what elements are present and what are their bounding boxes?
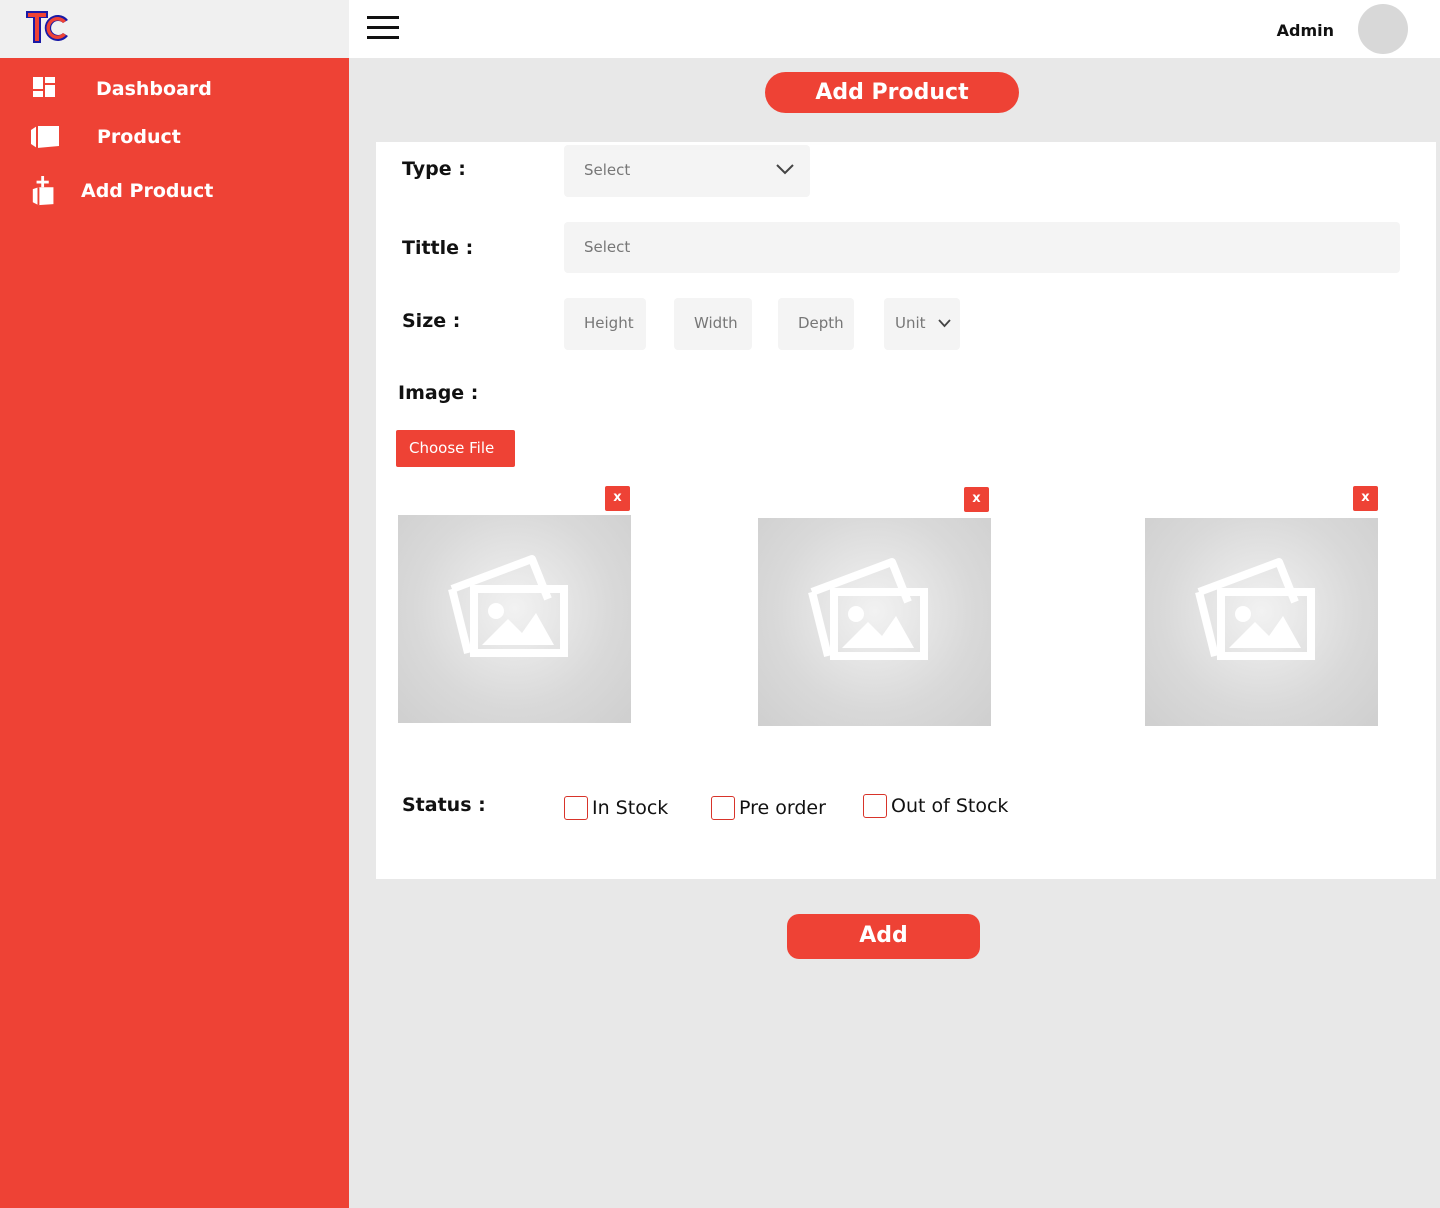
in-stock-label: In Stock <box>592 797 669 819</box>
chevron-down-icon <box>776 164 794 175</box>
sidebar: Dashboard Product Add Product <box>0 58 349 1208</box>
chevron-down-icon <box>938 319 951 328</box>
out-of-stock-checkbox[interactable] <box>863 794 887 818</box>
width-placeholder: Width <box>694 314 738 332</box>
sidebar-item-label: Add Product <box>81 180 214 202</box>
type-label: Type : <box>402 158 466 180</box>
add-button[interactable]: Add <box>787 914 980 959</box>
size-label: Size : <box>402 310 461 332</box>
remove-image-button[interactable]: x <box>1353 486 1378 511</box>
depth-input[interactable]: Depth <box>778 298 854 350</box>
out-of-stock-label: Out of Stock <box>891 795 1009 817</box>
width-input[interactable]: Width <box>674 298 752 350</box>
user-name: Admin <box>1276 21 1334 40</box>
remove-image-button[interactable]: x <box>964 487 989 512</box>
pre-order-checkbox[interactable] <box>711 796 735 820</box>
image-placeholder-icon <box>1195 558 1315 660</box>
sidebar-item-product[interactable]: Product <box>0 116 349 160</box>
depth-placeholder: Depth <box>798 314 844 332</box>
title-input-value: Select <box>584 238 631 256</box>
image-label: Image : <box>398 382 479 404</box>
topbar: Admin <box>349 0 1440 58</box>
image-placeholder-icon <box>448 555 568 657</box>
title-label: Tittle : <box>402 237 474 259</box>
height-input[interactable]: Height <box>564 298 646 350</box>
type-select-value: Select <box>584 161 631 179</box>
tc-logo-icon <box>26 11 68 43</box>
unit-select-value: Unit <box>895 314 926 332</box>
sidebar-item-label: Product <box>97 126 181 148</box>
sidebar-item-label: Dashboard <box>96 78 212 100</box>
image-placeholder-icon <box>808 558 928 660</box>
add-box-icon <box>32 176 54 206</box>
remove-image-button[interactable]: x <box>605 486 630 511</box>
image-thumbnail <box>1145 518 1378 726</box>
in-stock-checkbox[interactable] <box>564 796 588 820</box>
dashboard-icon <box>33 77 55 97</box>
avatar[interactable] <box>1358 4 1408 54</box>
image-thumbnail <box>758 518 991 726</box>
sidebar-item-add-product[interactable]: Add Product <box>0 170 349 214</box>
height-placeholder: Height <box>584 314 634 332</box>
logo-area <box>0 0 349 58</box>
sidebar-item-dashboard[interactable]: Dashboard <box>0 68 349 112</box>
box-icon <box>31 126 59 148</box>
hamburger-icon[interactable] <box>367 16 399 42</box>
status-label: Status : <box>402 794 486 816</box>
unit-select[interactable]: Unit <box>884 298 960 350</box>
add-product-form: Type : Select Tittle : Select Size : Hei… <box>376 142 1436 879</box>
page-title: Add Product <box>765 72 1019 113</box>
image-thumbnail <box>398 515 631 723</box>
pre-order-label: Pre order <box>739 797 826 819</box>
choose-file-button[interactable]: Choose File <box>396 430 515 467</box>
title-input[interactable]: Select <box>564 222 1400 273</box>
type-select[interactable]: Select <box>564 145 810 197</box>
